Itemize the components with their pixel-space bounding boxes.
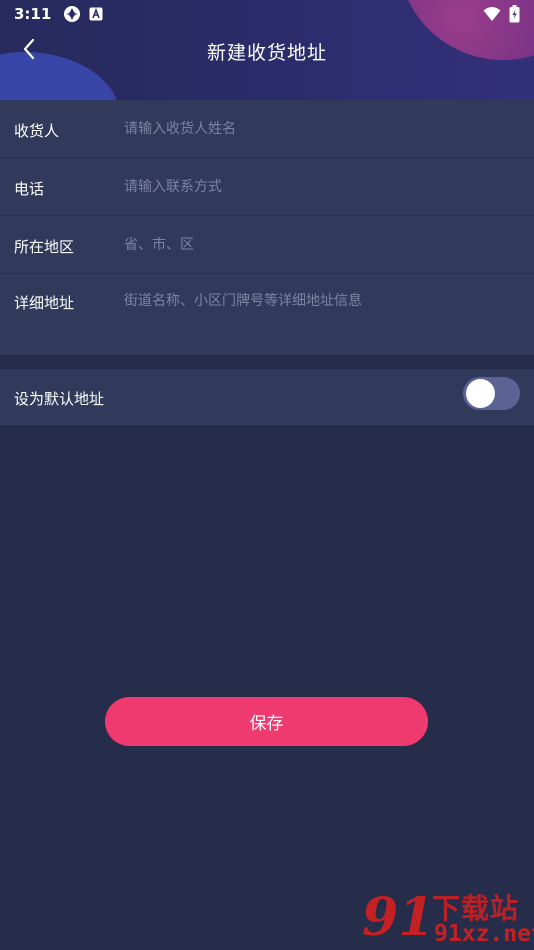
address-form: 收货人 电话 所在地区 详细地址 xyxy=(0,100,534,355)
region-row[interactable]: 所在地区 xyxy=(0,216,534,274)
consignee-label: 收货人 xyxy=(14,122,60,140)
detail-address-row: 详细地址 xyxy=(0,274,534,355)
status-bar: 3:11 xyxy=(0,0,534,28)
phone-label: 电话 xyxy=(14,180,45,198)
toggle-knob xyxy=(466,379,495,408)
default-address-toggle[interactable] xyxy=(463,377,520,410)
region-input[interactable] xyxy=(124,234,514,256)
site-watermark: 91 下载站 91xz.net xyxy=(362,885,534,950)
shutter-icon xyxy=(63,5,81,23)
save-button[interactable]: 保存 xyxy=(105,697,428,746)
detail-address-input[interactable] xyxy=(124,290,514,312)
phone-row: 电话 xyxy=(0,158,534,216)
watermark-logo: 91 xyxy=(362,887,435,948)
phone-input[interactable] xyxy=(124,176,514,198)
page-title: 新建收货地址 xyxy=(206,42,327,64)
status-time: 3:11 xyxy=(14,5,52,23)
default-address-label: 设为默认地址 xyxy=(14,390,105,408)
region-label: 所在地区 xyxy=(14,238,75,256)
a-badge-icon xyxy=(89,7,103,21)
consignee-input[interactable] xyxy=(124,118,514,140)
detail-address-label: 详细地址 xyxy=(14,294,75,312)
watermark-en-text: 91xz.net xyxy=(434,921,534,947)
consignee-row: 收货人 xyxy=(0,100,534,158)
wifi-icon xyxy=(483,6,501,26)
default-address-row: 设为默认地址 xyxy=(0,369,534,425)
status-right-icons xyxy=(483,5,520,27)
battery-icon xyxy=(509,5,520,27)
